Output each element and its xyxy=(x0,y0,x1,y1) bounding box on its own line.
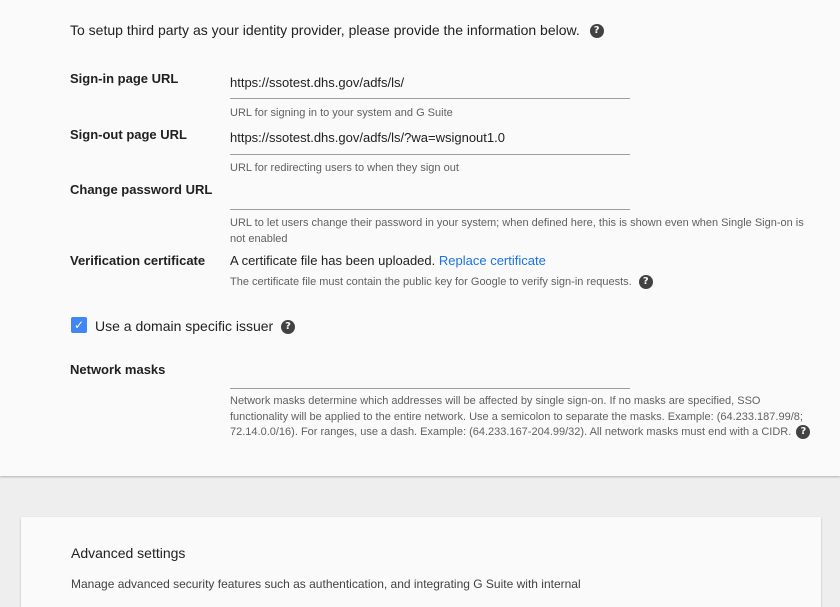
change-password-url-underline xyxy=(230,209,630,210)
advanced-settings-card xyxy=(21,517,821,607)
signin-url-label: Sign-in page URL xyxy=(70,71,179,86)
change-password-url-label: Change password URL xyxy=(70,182,213,197)
signin-url-hint: URL for signing in to your system and G … xyxy=(230,107,453,119)
question-circle-icon[interactable]: ? xyxy=(638,275,653,289)
domain-issuer-row: Use a domain specific issuer ? xyxy=(95,318,296,335)
question-circle-icon[interactable]: ? xyxy=(589,24,604,39)
network-masks-label: Network masks xyxy=(70,362,166,377)
signin-url-input[interactable]: https://ssotest.dhs.gov/adfs/ls/ xyxy=(230,75,404,90)
network-masks-hint: Network masks determine which addresses … xyxy=(230,395,803,438)
question-circle-icon[interactable]: ? xyxy=(281,320,296,335)
network-masks-hint-row: Network masks determine which addresses … xyxy=(230,394,818,441)
verification-certificate-label: Verification certificate xyxy=(70,253,206,268)
domain-issuer-checkbox[interactable]: ✓ xyxy=(71,317,87,333)
certificate-hint-row: The certificate file must contain the pu… xyxy=(230,275,653,289)
certificate-hint: The certificate file must contain the pu… xyxy=(230,275,632,288)
intro-row: To setup third party as your identity pr… xyxy=(70,22,604,39)
signout-url-label: Sign-out page URL xyxy=(70,127,187,142)
certificate-status-text: A certificate file has been uploaded. xyxy=(230,253,436,268)
change-password-url-hint: URL to let users change their password i… xyxy=(230,217,804,245)
signout-url-underline xyxy=(230,154,630,155)
intro-text: To setup third party as your identity pr… xyxy=(70,22,580,38)
signout-url-input[interactable]: https://ssotest.dhs.gov/adfs/ls/?wa=wsig… xyxy=(230,130,505,145)
replace-certificate-link[interactable]: Replace certificate xyxy=(439,253,546,268)
network-masks-input[interactable] xyxy=(230,365,630,385)
certificate-status-row: A certificate file has been uploaded. Re… xyxy=(230,253,546,268)
question-circle-icon[interactable]: ? xyxy=(796,425,811,440)
sso-settings-card: To setup third party as your identity pr… xyxy=(0,0,840,476)
change-password-url-input[interactable] xyxy=(230,186,630,206)
network-masks-underline xyxy=(230,388,630,389)
domain-issuer-label[interactable]: Use a domain specific issuer xyxy=(95,318,273,334)
signin-url-underline xyxy=(230,98,630,99)
signout-url-hint: URL for redirecting users to when they s… xyxy=(230,162,459,174)
advanced-settings-title: Advanced settings xyxy=(71,545,186,561)
